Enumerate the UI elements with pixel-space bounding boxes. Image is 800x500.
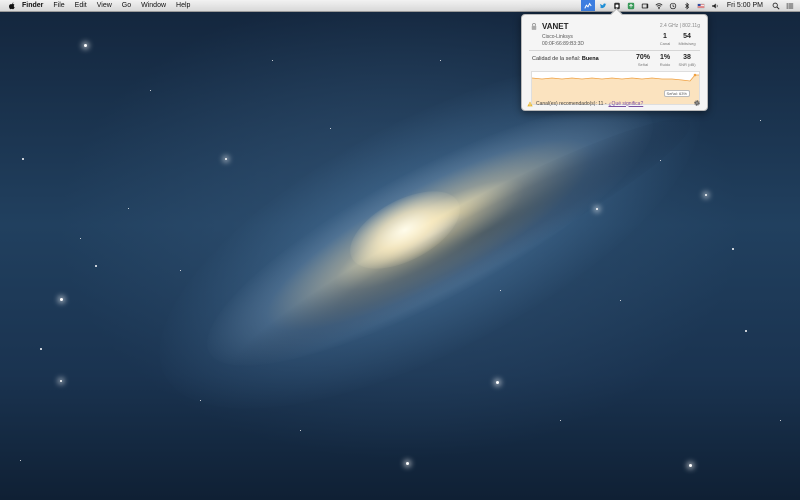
- bluetooth-icon[interactable]: [682, 0, 693, 11]
- star: [500, 290, 501, 291]
- quality-label: Calidad de la señal:: [532, 56, 581, 62]
- star: [40, 348, 42, 350]
- star: [660, 160, 661, 161]
- spotlight-search-icon[interactable]: [770, 0, 781, 11]
- volume-icon[interactable]: [710, 0, 721, 11]
- star: [300, 430, 301, 431]
- star: [95, 265, 97, 267]
- flag-icon[interactable]: [696, 0, 707, 11]
- star: [84, 44, 87, 47]
- divider: [529, 50, 700, 51]
- gear-icon[interactable]: [693, 99, 701, 107]
- star: [22, 158, 24, 160]
- status-menu-area: Fri 5:00 PM: [578, 0, 800, 11]
- quality-value: Buena: [581, 56, 599, 62]
- notification-center-icon[interactable]: [784, 0, 795, 11]
- star: [705, 194, 707, 196]
- star: [406, 462, 409, 465]
- bssid: 00:0F:66:89:B3:3D: [542, 41, 584, 47]
- star: [128, 208, 129, 209]
- star: [732, 248, 734, 250]
- menu-help[interactable]: Help: [176, 0, 190, 11]
- star: [745, 330, 747, 332]
- signal-graph-marker: [693, 73, 697, 77]
- menu-file[interactable]: File: [53, 0, 64, 11]
- network-name: VANET: [542, 22, 569, 31]
- sync-icon[interactable]: [626, 0, 637, 11]
- rate-value: 54: [683, 33, 691, 40]
- time-machine-icon[interactable]: [668, 0, 679, 11]
- signal-quality: Calidad de la señal: Buena: [532, 56, 599, 62]
- menu-app-finder[interactable]: Finder: [22, 0, 43, 11]
- star: [596, 208, 598, 210]
- menu-go[interactable]: Go: [122, 0, 131, 11]
- star: [496, 381, 499, 384]
- menu-view[interactable]: View: [97, 0, 112, 11]
- menu-edit[interactable]: Edit: [75, 0, 87, 11]
- rate-stat: 54 Mbits/seg: [672, 33, 702, 46]
- star: [200, 400, 201, 401]
- star: [620, 300, 621, 301]
- star: [60, 380, 62, 382]
- menu-bar: Finder File Edit View Go Window Help Fri…: [0, 0, 800, 12]
- battery-meter-icon[interactable]: [640, 0, 651, 11]
- popover-footer: Canal(es) recomendado(s): 11 - ¿Qué sign…: [522, 97, 707, 110]
- star: [272, 60, 273, 61]
- what-does-it-mean-link[interactable]: ¿Qué significa?: [609, 101, 644, 107]
- star: [80, 238, 81, 239]
- menu-window[interactable]: Window: [141, 0, 166, 11]
- snr-label: SNR (dB): [678, 62, 696, 67]
- star: [330, 128, 331, 129]
- star: [760, 120, 761, 121]
- star: [560, 420, 561, 421]
- star: [689, 464, 692, 467]
- snr-stat: 38 SNR (dB): [672, 54, 702, 67]
- twitter-icon[interactable]: [598, 0, 609, 11]
- vendor-name: Cisco-Linksys: [542, 34, 573, 40]
- wifi-icon[interactable]: [654, 0, 665, 11]
- star: [440, 60, 441, 61]
- snr-value: 38: [683, 54, 691, 61]
- star: [60, 298, 63, 301]
- apple-icon[interactable]: [8, 1, 16, 10]
- star: [150, 90, 151, 91]
- lock-icon: [531, 23, 537, 30]
- rate-label: Mbits/seg: [678, 41, 696, 46]
- recommended-channels: Canal(es) recomendado(s): 11 -: [536, 100, 607, 107]
- star: [180, 270, 181, 271]
- wifi-explorer-icon[interactable]: [580, 0, 595, 11]
- star: [225, 158, 227, 160]
- menubar-clock[interactable]: Fri 5:00 PM: [727, 2, 763, 9]
- star: [780, 420, 781, 421]
- frequency-info: 2.4 GHz | 802.11g: [659, 23, 700, 29]
- warning-icon: [527, 100, 533, 106]
- star: [20, 460, 21, 461]
- wifi-info-popover: VANET 2.4 GHz | 802.11g Cisco-Linksys 00…: [521, 8, 708, 111]
- graph-tooltip: Señal: 63%: [663, 90, 690, 97]
